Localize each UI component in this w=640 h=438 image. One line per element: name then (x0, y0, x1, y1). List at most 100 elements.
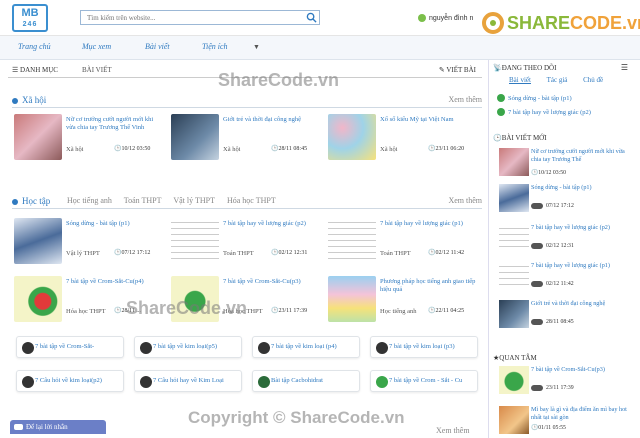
post-category[interactable]: Toán THPT (380, 250, 411, 257)
pill-label: 7 Câu hỏi về kim loại(p2) (35, 377, 102, 384)
post-title[interactable]: Sóng dừng - bài tập (p1) (531, 184, 627, 192)
post-link-pill[interactable]: 7 bài tập về kim loại(p5) (134, 336, 242, 358)
nav-categories[interactable]: Mục xem (82, 42, 111, 51)
following-item[interactable]: Sóng dừng - bài tập (p1) (497, 94, 572, 102)
post-link-pill[interactable]: 7 bài tập về Crom - Sắt - Cu (370, 370, 478, 392)
tab-english[interactable]: Học tiếng anh (67, 196, 112, 205)
nav-utilities[interactable]: Tiện ích (202, 42, 228, 51)
post-card[interactable]: Xổ số kiểu Mỹ tại Việt Nam Xã hội 🕒23/11… (328, 114, 480, 160)
search-icon[interactable] (306, 12, 317, 23)
nav-posts[interactable]: Bài viết (145, 42, 170, 51)
post-title[interactable]: Giới trẻ và thời đại công nghệ (223, 116, 321, 124)
post-link-pill[interactable]: 7 bài tập về Crom-Sắt- (16, 336, 124, 358)
site-logo[interactable]: MB 246 (12, 4, 48, 32)
post-title[interactable]: 7 bài tập hay về lượng giác (p1) (380, 220, 478, 228)
post-meta: 02/12 11:42 (531, 281, 574, 287)
see-more-link[interactable]: Xem thêm (436, 426, 470, 435)
main-nav: Trang chủ Mục xem Bài viết Tiện ích ▼ (0, 36, 640, 60)
brand-ring-icon (482, 12, 504, 34)
following-title: ĐANG THEO DÕI (501, 64, 557, 72)
post-title[interactable]: Sóng dừng - bài tập (p1) (66, 220, 164, 228)
section-bullet-icon (12, 199, 18, 205)
post-icon (376, 342, 388, 354)
post-title[interactable]: Phương pháp học tiếng anh giao tiếp hiệu… (380, 278, 478, 294)
tab-topics[interactable]: Chủ đề (583, 76, 603, 84)
post-category[interactable]: Xã hội (66, 146, 84, 153)
post-card[interactable]: 7 bài tập hay về lượng giác (p2) Toán TH… (171, 218, 323, 264)
user-menu[interactable]: nguyễn đình n (418, 14, 473, 22)
category-menu-button[interactable]: ☰ DANH MỤC (12, 66, 58, 74)
post-thumbnail (499, 406, 529, 434)
sidebar-post[interactable]: Mì bay là gì và địa điểm ăn mì bay hot n… (499, 406, 629, 434)
chevron-down-icon[interactable]: ▼ (253, 43, 260, 51)
post-title[interactable]: Xổ số kiểu Mỹ tại Việt Nam (380, 116, 478, 124)
posts-label[interactable]: BÀI VIẾT (82, 66, 112, 74)
post-category[interactable]: Xã hội (380, 146, 398, 153)
sidebar-post[interactable]: Giới trẻ và thời đại công nghệ 28/11 08:… (499, 300, 629, 328)
post-icon (258, 376, 270, 388)
section-title[interactable]: Học tập (22, 196, 50, 206)
interest-header: ★ QUAN TÂM (493, 354, 537, 362)
sidebar-post[interactable]: 7 bài tập về Crom-Sắt-Cu(p3) 23/11 17:39 (499, 366, 629, 394)
tab-physics[interactable]: Vật lý THPT (173, 196, 215, 205)
post-category[interactable]: Xã hội (223, 146, 241, 153)
message-icon (14, 424, 23, 430)
tab-posts[interactable]: Bài viết (509, 76, 531, 84)
post-title[interactable]: 7 bài tập về Crom-Sắt-Cu(p3) (531, 366, 627, 374)
copyright-text: Copyright © ShareCode.vn (188, 408, 405, 427)
post-icon (140, 376, 152, 388)
new-posts-header: 🕒 BÀI VIẾT MỚI (493, 134, 547, 142)
post-title[interactable]: 7 bài tập về Crom-Sắt-Cu(p4) (66, 278, 164, 286)
post-link-pill[interactable]: 7 bài tập về kim loại (p4) (252, 336, 360, 358)
tab-authors[interactable]: Tác giả (547, 76, 568, 84)
post-card[interactable]: Phương pháp học tiếng anh giao tiếp hiệu… (328, 276, 480, 322)
post-title[interactable]: Nữ cơ trưởng cưới người mới khi vừa chia… (531, 148, 627, 163)
post-link-pill[interactable]: 7 bài tập về kim loại (p3) (370, 336, 478, 358)
toggle-icon (531, 281, 543, 287)
post-link-pill[interactable]: Bài tập Cacbohidrat (252, 370, 360, 392)
see-more-link[interactable]: Xem thêm (448, 196, 482, 205)
post-card[interactable]: Sóng dừng - bài tập (p1) Vật lý THPT 🕒07… (14, 218, 166, 264)
pill-label: 7 bài tập về kim loại (p3) (389, 343, 455, 350)
tab-math[interactable]: Toán THPT (124, 196, 162, 205)
post-title[interactable]: Giới trẻ và thời đại công nghệ (531, 300, 627, 308)
see-more-link[interactable]: Xem thêm (448, 95, 482, 104)
section-title[interactable]: Xã hội (22, 95, 46, 105)
tab-chemistry[interactable]: Hóa học THPT (227, 196, 276, 205)
post-link-pill[interactable]: 7 Câu hỏi về kim loại(p2) (16, 370, 124, 392)
search-input[interactable] (80, 10, 320, 25)
post-title[interactable]: Mì bay là gì và địa điểm ăn mì bay hot n… (531, 406, 627, 421)
post-card[interactable]: Giới trẻ và thời đại công nghệ Xã hội 🕒2… (171, 114, 323, 160)
post-icon (22, 376, 34, 388)
post-date: 🕒02/12 12:31 (271, 250, 308, 256)
post-date-text: 07/12 17:12 (121, 250, 151, 256)
post-card[interactable]: 7 bài tập hay về lượng giác (p1) Toán TH… (328, 218, 480, 264)
post-title[interactable]: 7 bài tập hay về lượng giác (p2) (223, 220, 321, 228)
write-post-button[interactable]: ✎ VIẾT BÀI (439, 66, 476, 74)
topic-icon (497, 108, 505, 116)
following-item[interactable]: 7 bài tập hay về lượng giác (p2) (497, 108, 591, 116)
post-thumbnail (499, 262, 529, 290)
post-category[interactable]: Học tiếng anh (380, 308, 416, 315)
post-meta: 23/11 17:39 (531, 385, 574, 391)
section-study-header: Học tập Học tiếng anh Toán THPT Vật lý T… (12, 195, 482, 209)
menu-icon[interactable]: ☰ (621, 63, 628, 72)
sidebar-post[interactable]: 7 bài tập hay về lượng giác (p1) 02/12 1… (499, 262, 629, 290)
sidebar-post[interactable]: 7 bài tập hay về lượng giác (p2) 02/12 1… (499, 224, 629, 252)
sidebar-post[interactable]: Sóng dừng - bài tập (p1) 07/12 17:12 (499, 184, 629, 212)
post-title[interactable]: Nữ cơ trưởng cưới người mới khi vừa chia… (66, 116, 164, 132)
pill-label: 7 bài tập về kim loại (p4) (271, 343, 337, 350)
post-category[interactable]: Vật lý THPT (66, 250, 100, 257)
post-title[interactable]: 7 bài tập về Crom-Sắt-Cu(p3) (223, 278, 321, 286)
post-card[interactable]: Nữ cơ trưởng cưới người mới khi vừa chia… (14, 114, 166, 160)
post-link-pill[interactable]: 7 Câu hỏi hay về Kim Loại (134, 370, 242, 392)
new-posts-title: BÀI VIẾT MỚI (501, 134, 547, 142)
post-date: 🕒23/11 06:20 (428, 146, 465, 152)
nav-home[interactable]: Trang chủ (18, 42, 51, 51)
post-category[interactable]: Toán THPT (223, 250, 254, 257)
leave-message-button[interactable]: Để lại lời nhắn (10, 420, 106, 434)
sidebar-post[interactable]: Nữ cơ trưởng cưới người mới khi vừa chia… (499, 148, 629, 176)
post-title[interactable]: 7 bài tập hay về lượng giác (p2) (531, 224, 627, 232)
post-category[interactable]: Hóa học THPT (66, 308, 106, 315)
post-title[interactable]: 7 bài tập hay về lượng giác (p1) (531, 262, 627, 270)
